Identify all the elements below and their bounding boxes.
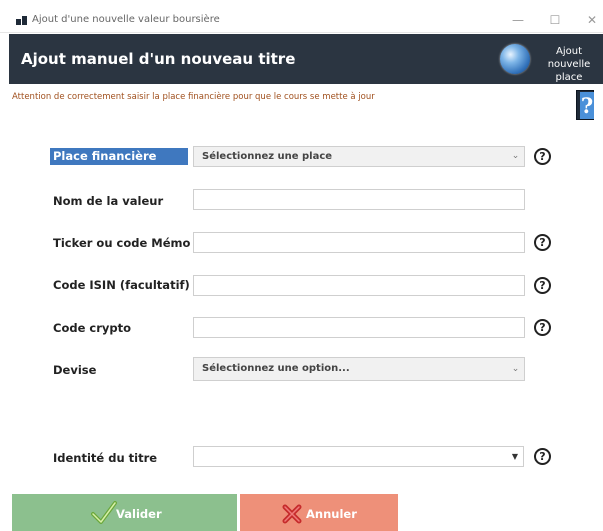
add-place-button[interactable]: Ajout nouvelle place: [534, 45, 603, 84]
nom-input[interactable]: [193, 189, 525, 210]
help-button[interactable]: ?: [576, 90, 594, 120]
maximize-button[interactable]: ☐: [543, 11, 567, 29]
validate-label: Valider: [116, 507, 162, 521]
validate-button[interactable]: Valider: [12, 494, 237, 531]
window-titlebar: Ajout d'une nouvelle valeur boursière — …: [0, 8, 603, 33]
crypto-label: Code crypto: [53, 321, 131, 335]
crypto-help-icon[interactable]: ?: [534, 319, 551, 336]
minimize-button[interactable]: —: [506, 11, 530, 29]
ticker-input[interactable]: [193, 232, 525, 253]
close-button[interactable]: ✕: [580, 11, 603, 29]
dropdown-arrow-icon: ▼: [511, 452, 518, 461]
chevron-down-icon: ⌄: [511, 364, 520, 374]
identite-label: Identité du titre: [53, 451, 158, 465]
devise-label: Devise: [53, 363, 97, 377]
ticker-label: Ticker ou code Mémo: [53, 236, 191, 250]
place-select[interactable]: Sélectionnez une place ⌄: [193, 146, 525, 167]
place-label: Place financière: [50, 148, 188, 165]
place-select-value: Sélectionnez une place: [202, 151, 333, 162]
cross-icon: [282, 504, 302, 524]
app-icon: [16, 16, 27, 25]
dialog-header: Ajout manuel d'un nouveau titre Ajout no…: [9, 34, 603, 84]
checkmark-icon: [91, 501, 117, 524]
globe-icon[interactable]: [500, 44, 530, 74]
identite-combo[interactable]: ▼: [193, 446, 524, 467]
devise-select[interactable]: Sélectionnez une option... ⌄: [193, 357, 525, 381]
nom-label: Nom de la valeur: [53, 194, 164, 208]
place-help-icon[interactable]: ?: [534, 148, 551, 165]
cancel-button[interactable]: Annuler: [240, 494, 398, 531]
cancel-label: Annuler: [306, 507, 357, 521]
help-question-icon: ?: [580, 92, 594, 119]
isin-input[interactable]: [193, 275, 525, 296]
ticker-help-icon[interactable]: ?: [534, 234, 551, 251]
add-place-label-line1: Ajout nouvelle: [547, 46, 591, 70]
dialog-title: Ajout manuel d'un nouveau titre: [21, 50, 296, 68]
devise-select-value: Sélectionnez une option...: [202, 363, 350, 374]
window-title: Ajout d'une nouvelle valeur boursière: [32, 14, 220, 25]
isin-label: Code ISIN (facultatif): [53, 278, 190, 292]
identite-help-icon[interactable]: ?: [534, 448, 551, 465]
crypto-input[interactable]: [193, 317, 525, 338]
chevron-down-icon: ⌄: [511, 151, 520, 161]
isin-help-icon[interactable]: ?: [534, 277, 551, 294]
warning-text: Attention de correctement saisir la plac…: [12, 92, 375, 102]
add-place-label-line2: place: [555, 72, 583, 83]
background-strip: [0, 0, 603, 8]
